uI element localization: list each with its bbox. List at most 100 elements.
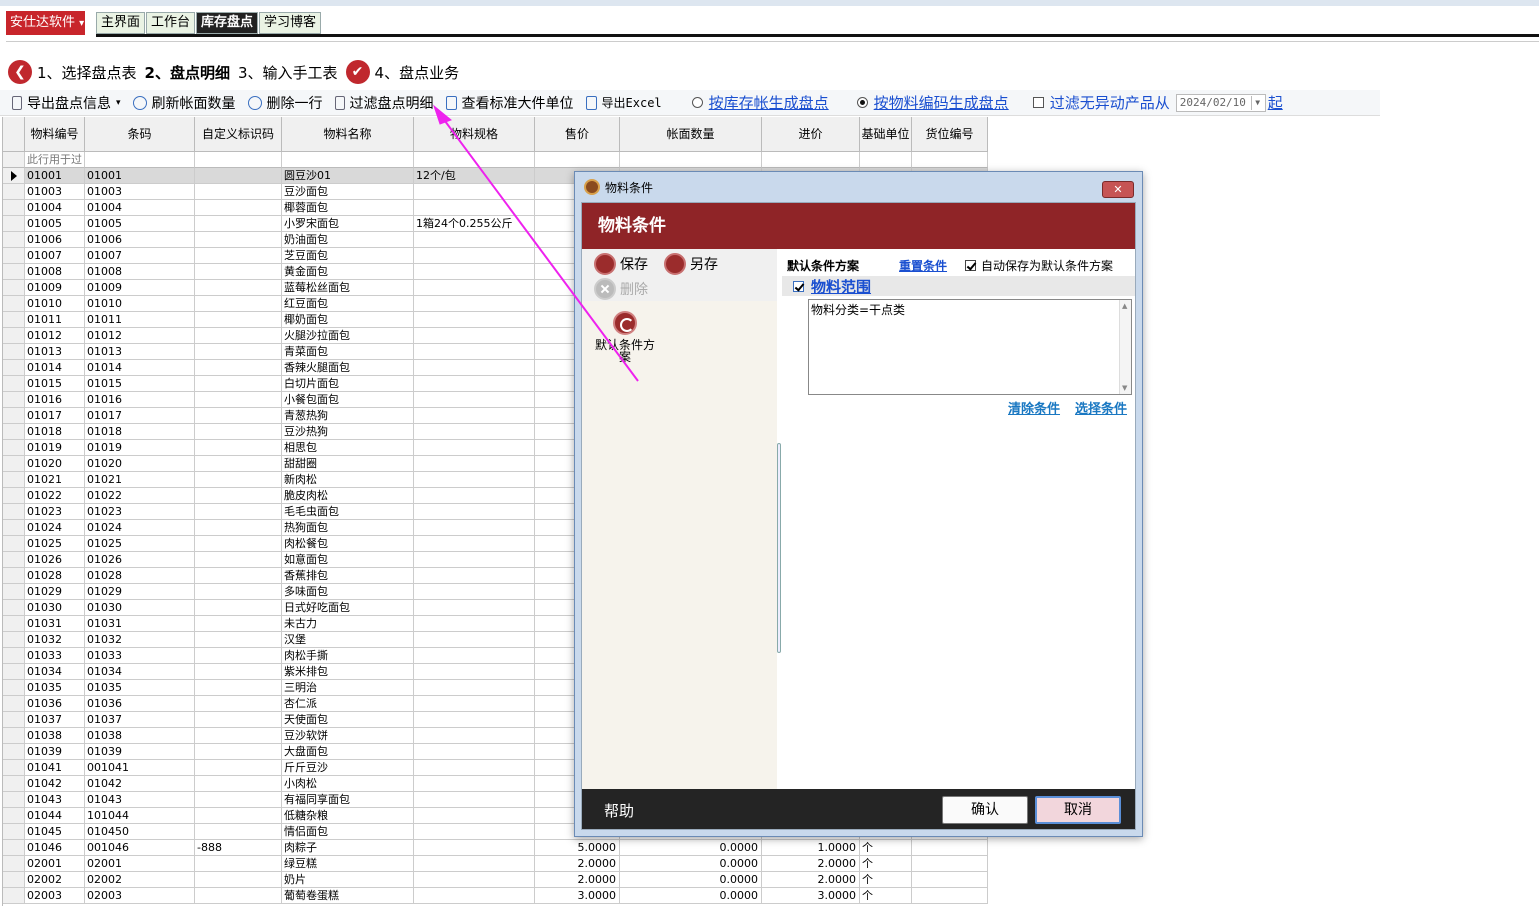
table-cell[interactable]: 01026 [25,552,85,568]
cancel-button[interactable]: 取消 [1035,796,1121,824]
table-cell[interactable]: 蓝莓松丝面包 [282,280,414,296]
table-cell[interactable]: 01038 [25,728,85,744]
table-cell[interactable]: 01039 [25,744,85,760]
table-cell[interactable]: 01007 [25,248,85,264]
table-cell[interactable] [414,296,535,312]
help-link[interactable]: 帮助 [604,800,634,821]
table-cell[interactable]: 小罗宋面包 [282,216,414,232]
table-cell[interactable]: 多味面包 [282,584,414,600]
table-cell[interactable]: 三明治 [282,680,414,696]
table-cell[interactable]: 02001 [85,856,195,872]
table-cell[interactable] [195,280,282,296]
column-header[interactable]: 物料编号 [25,117,85,152]
table-cell[interactable]: 01015 [25,376,85,392]
table-cell[interactable] [195,376,282,392]
confirm-button[interactable]: 确认 [942,796,1028,824]
table-cell[interactable] [414,872,535,888]
table-cell[interactable]: 02002 [25,872,85,888]
table-cell[interactable]: 01003 [85,184,195,200]
table-cell[interactable]: 01035 [25,680,85,696]
save-as-button[interactable]: 另存 [664,253,718,275]
table-cell[interactable]: 01017 [85,408,195,424]
table-cell[interactable]: 1.0000 [762,840,860,856]
table-cell[interactable]: 01014 [25,360,85,376]
table-cell[interactable]: 个 [860,872,912,888]
table-cell[interactable]: 01009 [25,280,85,296]
table-cell[interactable]: 3.0000 [762,888,860,904]
chevron-down-icon[interactable]: ▼ [1250,95,1264,110]
table-cell[interactable] [414,472,535,488]
choose-conditions-link[interactable]: 选择条件 [1075,398,1127,417]
table-cell[interactable]: 01013 [85,344,195,360]
table-cell[interactable]: 芝豆面包 [282,248,414,264]
table-cell[interactable] [414,760,535,776]
panel-splitter[interactable] [777,443,781,653]
table-cell[interactable]: 2.0000 [762,856,860,872]
save-button[interactable]: 保存 [594,253,648,275]
material-range-link[interactable]: 物料范围 [811,276,871,297]
table-cell[interactable] [195,648,282,664]
table-cell[interactable]: 01035 [85,680,195,696]
table-cell[interactable]: 肉粽子 [282,840,414,856]
material-range-textarea[interactable]: 物料分类=干点类 [808,299,1132,395]
table-cell[interactable]: 01011 [25,312,85,328]
table-cell[interactable]: 01030 [85,600,195,616]
table-cell[interactable]: 01015 [85,376,195,392]
table-cell[interactable] [195,264,282,280]
default-scheme-item[interactable]: 默认条件方案 [594,311,656,363]
table-cell[interactable] [195,312,282,328]
table-row[interactable]: 02001 02001 绿豆糕 2.0000 0.0000 2.0000 个 [3,856,988,872]
table-cell[interactable] [195,616,282,632]
table-cell[interactable] [195,792,282,808]
table-cell[interactable] [195,440,282,456]
checkbox-checked-icon[interactable] [793,280,804,292]
table-cell[interactable]: 肉松餐包 [282,536,414,552]
table-cell[interactable]: 火腿沙拉面包 [282,328,414,344]
column-header[interactable]: 自定义标识码 [195,117,282,152]
table-cell[interactable]: 01032 [25,632,85,648]
table-cell[interactable]: 2.0000 [535,872,620,888]
table-cell[interactable]: 01012 [25,328,85,344]
table-cell[interactable] [195,424,282,440]
filter-cell[interactable] [282,152,414,168]
filter-cell[interactable] [912,152,988,168]
filter-cell[interactable] [620,152,762,168]
tab-inventory-count[interactable]: 库存盘点 [196,12,259,34]
table-cell[interactable]: 0.0000 [620,856,762,872]
table-cell[interactable] [414,264,535,280]
by-stock-radio[interactable]: 按库存帐生成盘点 [686,91,835,115]
table-cell[interactable]: 01036 [25,696,85,712]
table-cell[interactable]: 01025 [85,536,195,552]
export-count-info-button[interactable]: 导出盘点信息 ▾ [0,91,127,115]
table-cell[interactable] [414,776,535,792]
table-cell[interactable]: 02001 [25,856,85,872]
table-cell[interactable] [195,408,282,424]
table-cell[interactable] [414,888,535,904]
table-cell[interactable] [414,440,535,456]
table-cell[interactable]: 01020 [25,456,85,472]
table-cell[interactable] [195,472,282,488]
table-cell[interactable]: 毛毛虫面包 [282,504,414,520]
table-cell[interactable] [414,824,535,840]
table-cell[interactable] [195,392,282,408]
table-cell[interactable]: 青菜面包 [282,344,414,360]
table-cell[interactable] [414,328,535,344]
table-cell[interactable]: 101044 [85,808,195,824]
table-cell[interactable]: 001046 [85,840,195,856]
table-cell[interactable]: 日式好吃面包 [282,600,414,616]
table-cell[interactable]: 如意面包 [282,552,414,568]
table-cell[interactable]: 12个/包 [414,168,535,184]
autosave-checkbox[interactable]: 自动保存为默认条件方案 [965,257,1113,274]
table-cell[interactable] [195,232,282,248]
table-cell[interactable] [414,728,535,744]
column-header[interactable]: 货位编号 [912,117,988,152]
table-cell[interactable] [414,696,535,712]
table-cell[interactable]: 01021 [85,472,195,488]
table-cell[interactable]: 01039 [85,744,195,760]
filter-cell[interactable] [762,152,860,168]
table-cell[interactable]: 葡萄卷蛋糕 [282,888,414,904]
textarea-scrollbar[interactable] [1119,300,1131,394]
table-cell[interactable]: 01044 [25,808,85,824]
table-cell[interactable] [414,392,535,408]
table-cell[interactable]: 01010 [85,296,195,312]
